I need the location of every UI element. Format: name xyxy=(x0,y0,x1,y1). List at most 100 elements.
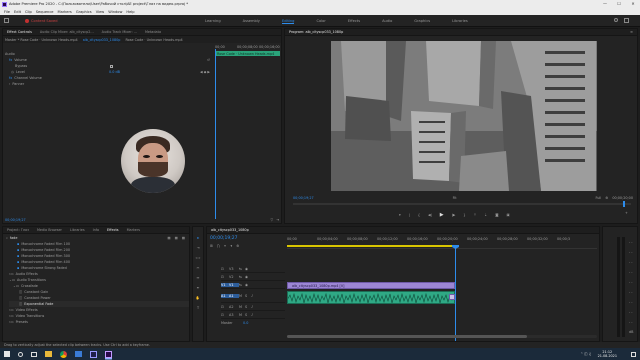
track-label[interactable]: A3 xyxy=(229,313,239,317)
timeline-scrollbar[interactable] xyxy=(287,335,597,338)
ec-playhead[interactable] xyxy=(215,49,216,219)
clip-name[interactable]: alb_cityscp033_1080p xyxy=(83,38,121,42)
eye-icon[interactable]: ◉ xyxy=(245,283,248,287)
play-icon[interactable]: ▶ xyxy=(440,212,444,218)
list-item[interactable]: Constant Gain xyxy=(24,290,48,294)
folder-icon[interactable]: ⌄▭ xyxy=(13,284,19,288)
track-select-tool-icon[interactable]: ⇥ xyxy=(193,243,203,253)
camera-icon[interactable]: ◙ xyxy=(495,213,498,217)
list-item[interactable]: Constant Power xyxy=(24,296,51,300)
timeline-timecode[interactable]: 00;00;19;27 xyxy=(210,236,237,241)
reset-icon[interactable]: ↺ xyxy=(207,58,210,62)
tab-effects[interactable]: Effects xyxy=(107,228,119,232)
add-button-icon[interactable]: + xyxy=(625,211,628,215)
pen-tool-icon[interactable]: ✒ xyxy=(193,283,203,293)
explorer-icon[interactable] xyxy=(45,351,52,357)
menu-icon[interactable]: ≡ xyxy=(630,30,633,34)
fx-icon[interactable]: fx xyxy=(9,76,12,80)
ws-tab-graphics[interactable]: Graphics xyxy=(414,19,430,23)
notification-icon[interactable] xyxy=(631,351,636,357)
list-item[interactable]: Presets xyxy=(16,320,28,324)
expand-icon[interactable] xyxy=(624,18,629,23)
timeline-playhead[interactable] xyxy=(455,245,456,341)
list-item[interactable]: Audio Effects xyxy=(16,272,38,276)
audio-clip[interactable] xyxy=(287,291,455,304)
home-icon[interactable] xyxy=(4,18,9,23)
mark-in-icon[interactable]: ▾ xyxy=(399,213,401,217)
linked-icon[interactable]: ⚭ xyxy=(224,244,227,248)
folder-icon[interactable]: ›▭ xyxy=(9,314,14,318)
yuv-filter-icon[interactable]: ▦ xyxy=(182,236,185,240)
go-to-out-icon[interactable]: } xyxy=(463,213,465,217)
keyframe-nav-icon[interactable]: ◀ ◆ ▶ xyxy=(200,70,210,74)
track-label[interactable]: V3 xyxy=(229,267,239,271)
fx-icon[interactable]: fx xyxy=(9,58,12,62)
ws-tab-audio[interactable]: Audio xyxy=(382,19,392,23)
list-item[interactable]: Video Transitions xyxy=(16,314,45,318)
tab-metadata[interactable]: Metadata xyxy=(145,30,161,34)
task-search-icon[interactable] xyxy=(18,351,23,357)
track-label[interactable]: V2 xyxy=(229,275,239,279)
task-view-icon[interactable] xyxy=(31,351,37,357)
marker-icon[interactable]: ▾ xyxy=(230,244,232,248)
program-scrub-bar[interactable] xyxy=(293,201,631,207)
list-item[interactable]: Monochrome Faded Film 400 xyxy=(21,260,70,264)
mic-icon[interactable]: ♪ xyxy=(251,294,253,298)
level-value[interactable]: 0.0 dB xyxy=(109,70,120,74)
razor-tool-icon[interactable]: ✂ xyxy=(193,263,203,273)
resolution-select[interactable]: Full xyxy=(595,196,601,200)
selection-tool-icon[interactable]: ➤ xyxy=(193,233,203,243)
lock-icon[interactable]: ⊡ xyxy=(221,275,229,279)
menu-clip[interactable]: Clip xyxy=(25,10,32,14)
program-video-frame[interactable] xyxy=(331,41,597,191)
premiere-taskbar-icon[interactable] xyxy=(105,350,112,358)
track-label[interactable]: V1 xyxy=(229,282,239,287)
maximize-button[interactable]: ☐ xyxy=(612,0,626,8)
clock[interactable]: 21:12 21.08.2021 xyxy=(598,350,617,359)
comparison-icon[interactable]: ▣ xyxy=(507,213,510,217)
lock-icon[interactable]: ⊡ xyxy=(221,313,229,317)
tab-libraries[interactable]: Libraries xyxy=(70,228,85,232)
menu-window[interactable]: Window xyxy=(108,10,122,14)
mic-icon[interactable]: ♪ xyxy=(251,305,253,309)
ws-tab-effects[interactable]: Effects xyxy=(348,19,360,23)
video-clip[interactable]: alb_cityscp033_1080p.mp4 [V] xyxy=(287,282,455,289)
folder-icon[interactable]: ⌄▭ xyxy=(9,278,15,282)
eye-icon[interactable]: ◉ xyxy=(245,267,248,271)
list-item[interactable]: Crossfade xyxy=(21,284,38,288)
ripple-edit-tool-icon[interactable]: ⟺ xyxy=(193,253,203,263)
menu-markers[interactable]: Markers xyxy=(58,10,72,14)
work-area-bar[interactable] xyxy=(287,245,455,247)
list-item[interactable]: Monochrome Faded Film 100 xyxy=(21,242,70,246)
scrollbar-thumb[interactable] xyxy=(287,335,527,338)
bypass-checkbox[interactable] xyxy=(110,64,113,68)
nest-icon[interactable]: ⊞ xyxy=(210,244,213,248)
list-item[interactable]: Monochrome Faded Film 200 xyxy=(21,248,70,252)
menu-sequence[interactable]: Sequence xyxy=(36,10,54,14)
lock-icon[interactable]: ⊡ xyxy=(221,267,229,271)
export-icon[interactable]: ⇥ xyxy=(276,218,279,222)
source-patch-v1[interactable]: V1 xyxy=(221,282,229,287)
windows-start-icon[interactable] xyxy=(4,351,10,357)
chrome-icon[interactable] xyxy=(60,350,67,358)
menu-graphics[interactable]: Graphics xyxy=(76,10,92,14)
mic-icon[interactable]: ♪ xyxy=(251,313,253,317)
ws-tab-learning[interactable]: Learning xyxy=(205,19,221,23)
list-item[interactable]: Monochrome Strong Faded xyxy=(21,266,66,270)
after-effects-icon[interactable] xyxy=(90,350,97,358)
list-item[interactable]: Video Effects xyxy=(16,308,38,312)
menu-help[interactable]: Help xyxy=(126,10,134,14)
master-volume[interactable]: 0.0 xyxy=(243,321,248,325)
menu-file[interactable]: File xyxy=(4,10,10,14)
tab-audio-track-mixer[interactable]: Audio Track Mixer: ... xyxy=(102,30,137,34)
track-label[interactable]: A1 xyxy=(229,293,239,298)
timeline-ruler[interactable]: 00;00 00;00;04;00 00;00;08;00 00;00;12;0… xyxy=(287,235,597,249)
list-item[interactable]: Audio Transitions xyxy=(17,278,46,282)
hand-tool-icon[interactable]: ✋ xyxy=(193,293,203,303)
ws-tab-libraries[interactable]: Libraries xyxy=(452,19,468,23)
step-back-icon[interactable]: ◀| xyxy=(428,213,432,217)
tab-markers[interactable]: Markers xyxy=(127,228,141,232)
mail-icon[interactable] xyxy=(75,351,82,357)
extract-icon[interactable]: ⇣ xyxy=(484,213,487,217)
snap-icon[interactable]: ⋂ xyxy=(217,244,220,248)
